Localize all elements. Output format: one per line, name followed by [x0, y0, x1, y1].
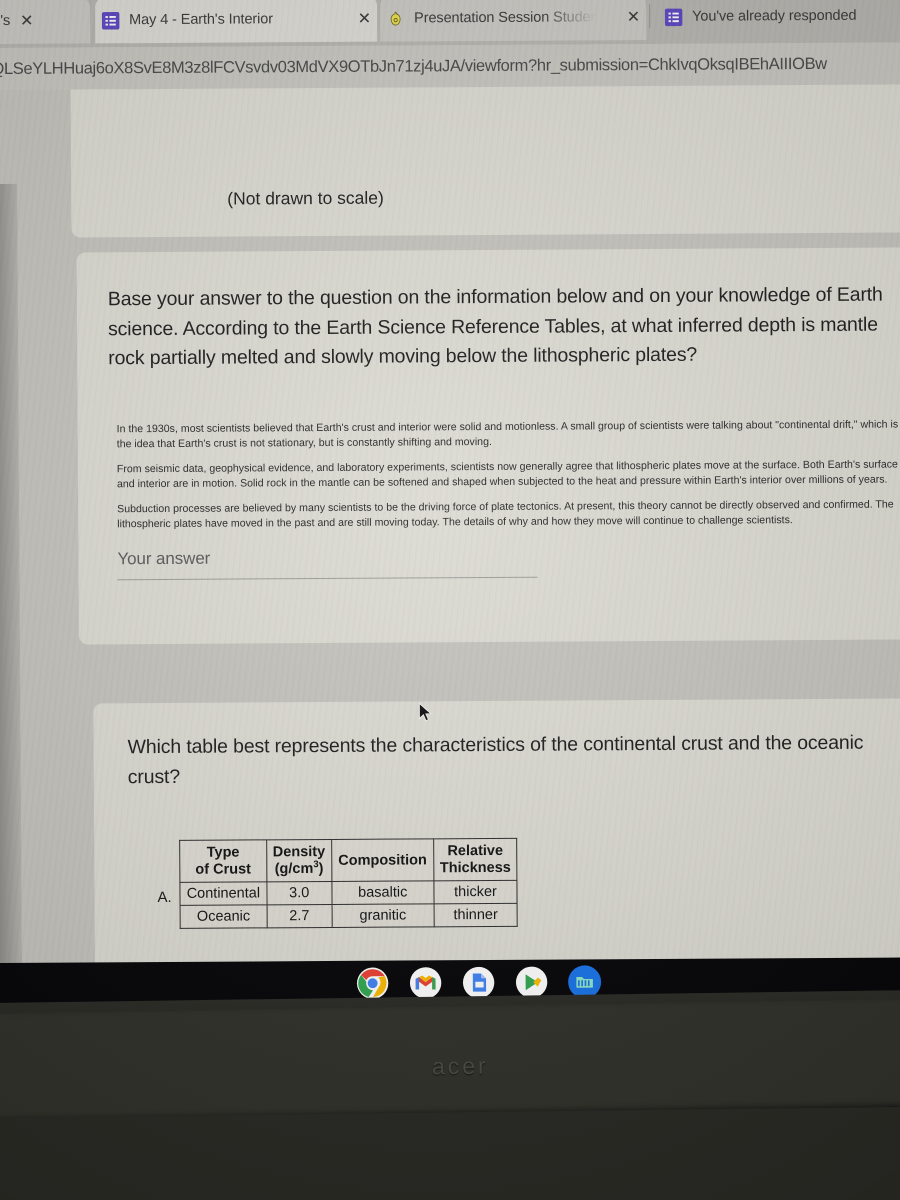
crust-characteristics-table: Type of Crust Density (g/cm3) Compositio…	[179, 837, 519, 930]
chromebook-screen: Earth's ✕ May 4 - Earth's Interior ✕ Pre…	[0, 0, 900, 968]
passage-paragraph-1: In the 1930s, most scientists believed t…	[116, 418, 899, 451]
question-text: Which table best represents the characte…	[127, 731, 864, 788]
form-card-table-question: Which table best represents the characte…	[93, 698, 900, 968]
cell-type: Oceanic	[180, 905, 267, 929]
table-header-density: Density (g/cm3)	[266, 839, 332, 883]
table-header-type-of-crust: Type of Crust	[179, 839, 267, 883]
cell-thickness: thinner	[433, 903, 518, 928]
cell-composition: basaltic	[331, 881, 434, 905]
question-text: Base your answer to the question on the …	[107, 283, 883, 370]
tab-title: Earth's	[0, 12, 11, 30]
url-text: QLSeYLHHuaj6oX8SvE8M3z8lFCVsvdv03MdVX9OT…	[0, 54, 827, 78]
gmail-icon[interactable]	[409, 966, 442, 999]
choice-letter: A.	[157, 889, 172, 907]
passage-paragraph-2: From seismic data, geophysical evidence,…	[116, 458, 898, 491]
google-forms-icon	[101, 11, 120, 30]
browser-tab-3[interactable]: You've already responded	[658, 0, 900, 40]
cell-thickness: thicker	[433, 880, 518, 905]
google-play-icon[interactable]	[515, 966, 548, 999]
browser-tab-0[interactable]: Earth's ✕	[0, 0, 91, 45]
tab-separator	[649, 3, 651, 28]
cell-composition: granitic	[331, 904, 434, 928]
cell-density: 3.0	[266, 881, 332, 906]
google-slides-icon[interactable]	[462, 966, 495, 999]
passage-text: In the 1930s, most scientists believed t…	[117, 417, 900, 542]
pear-deck-icon	[386, 9, 405, 28]
passage-paragraph-3: Subduction processes are believed by man…	[117, 498, 894, 531]
answer-placeholder: Your answer	[117, 548, 211, 569]
form-card-previous-question: (Not drawn to scale) Your answer	[69, 84, 900, 238]
google-form-page: (Not drawn to scale) Your answer Base yo…	[0, 84, 900, 968]
laptop-bezel-bottom	[0, 1106, 900, 1200]
answer-underline	[117, 576, 538, 581]
tab-close-icon[interactable]: ✕	[627, 7, 641, 27]
address-bar[interactable]: QLSeYLHHuaj6oX8SvE8M3z8lFCVsvdv03MdVX9OT…	[0, 42, 900, 90]
tab-title: Presentation Session Studen	[414, 9, 597, 27]
tab-close-icon[interactable]: ✕	[358, 9, 372, 29]
tab-close-icon[interactable]: ✕	[20, 11, 34, 31]
form-card-passage-question: Base your answer to the question on the …	[76, 247, 900, 645]
cell-type: Continental	[180, 882, 267, 906]
google-forms-icon	[664, 7, 683, 26]
table-row: Continental 3.0 basaltic thicker	[180, 880, 518, 906]
diagram-caption: (Not drawn to scale)	[227, 187, 384, 209]
chrome-icon[interactable]	[356, 967, 389, 1000]
table-row: Oceanic 2.7 granitic thinner	[180, 903, 518, 929]
choice-option-a[interactable]: A. Type of Crust Density (g/cm3) Composi…	[157, 837, 519, 930]
table-header-relative-thickness: Relative Thickness	[433, 838, 518, 882]
page-left-margin	[0, 183, 23, 968]
device-brand-logo: acer	[431, 1052, 489, 1080]
cell-density: 2.7	[266, 904, 333, 929]
browser-tab-2[interactable]: Presentation Session Studen ✕	[380, 0, 647, 42]
browser-tab-1[interactable]: May 4 - Earth's Interior ✕	[95, 0, 378, 44]
table-header-composition: Composition	[331, 838, 434, 882]
tab-title: May 4 - Earth's Interior	[129, 11, 274, 29]
browser-tab-strip: Earth's ✕ May 4 - Earth's Interior ✕ Pre…	[0, 0, 900, 48]
short-answer-field-2[interactable]: Your answer	[117, 547, 538, 581]
table-header-row: Type of Crust Density (g/cm3) Compositio…	[179, 838, 518, 883]
tab-title: You've already responded	[692, 7, 857, 25]
laptop-photo: Earth's ✕ May 4 - Earth's Interior ✕ Pre…	[0, 0, 900, 1200]
